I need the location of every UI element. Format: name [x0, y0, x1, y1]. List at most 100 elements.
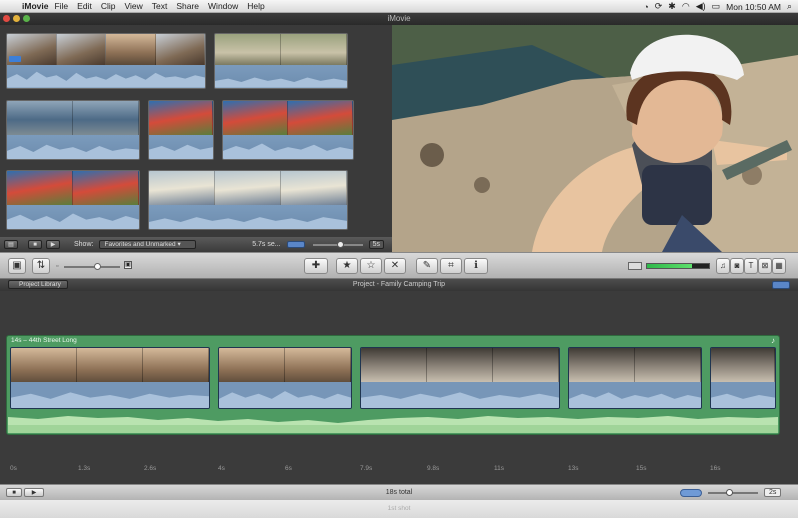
- title-browser-icon[interactable]: T: [744, 258, 758, 274]
- show-filter-dropdown[interactable]: Favorites and Unmarked ▾: [99, 240, 196, 249]
- menu-text[interactable]: Text: [152, 1, 168, 11]
- time-machine-icon[interactable]: ◔: [643, 2, 648, 12]
- thumbnail-size-knob[interactable]: [94, 263, 101, 270]
- ruler-tick: 4s: [218, 465, 225, 472]
- music-browser-icon[interactable]: ♫: [716, 258, 730, 274]
- menu-view[interactable]: View: [124, 1, 142, 11]
- bluetooth-icon[interactable]: ✱: [668, 1, 676, 12]
- menu-app-name[interactable]: iMovie: [22, 1, 48, 11]
- thumb-small-icon: ▫: [56, 263, 59, 270]
- minimize-light-icon[interactable]: [13, 15, 20, 22]
- show-event-list-icon[interactable]: ▤: [4, 240, 18, 249]
- menu-bar: iMovie File Edit Clip View Text Share Wi…: [0, 0, 798, 13]
- menu-clock[interactable]: Mon 10:50 AM: [726, 2, 781, 12]
- viewer-frame-image: [392, 25, 798, 252]
- project-header: Project Library Project - Family Camping…: [0, 279, 798, 291]
- project-zoom-slider[interactable]: [708, 489, 758, 496]
- event-clip-3[interactable]: [6, 100, 140, 160]
- event-play-icon[interactable]: ▶: [46, 240, 60, 249]
- project-thumbnail-toggle[interactable]: [680, 489, 702, 497]
- record-camera-icon[interactable]: ▣: [8, 258, 26, 274]
- music-note-icon: ♪: [771, 336, 775, 345]
- menu-clip[interactable]: Clip: [101, 1, 116, 11]
- menu-window[interactable]: Window: [208, 1, 238, 11]
- ruler-tick: 11s: [494, 465, 504, 472]
- event-clip-2[interactable]: [214, 33, 348, 89]
- faint-footer: 1st shot: [0, 500, 798, 518]
- project-bottom-bar: ■ ▶ 18s total 2s: [0, 484, 798, 500]
- ruler-tick: 6s: [285, 465, 292, 472]
- info-icon[interactable]: ℹ: [464, 258, 488, 274]
- timeline-ruler: 0s 1.3s 2.6s 4s 6s 7.9s 9.8s 11s 13s 15s…: [0, 463, 798, 475]
- event-zoom-slider[interactable]: [312, 240, 363, 248]
- project-total-duration: 18s total: [385, 489, 413, 496]
- volume-icon[interactable]: ◀): [696, 1, 706, 12]
- transition-browser-icon[interactable]: ⊠: [758, 258, 772, 274]
- ruler-tick: 2.6s: [144, 465, 157, 472]
- star-filled-icon[interactable]: ★: [336, 258, 358, 274]
- project-view-toggle[interactable]: [772, 281, 790, 289]
- event-clip-7[interactable]: [148, 170, 348, 230]
- event-zoom-knob[interactable]: [336, 240, 344, 248]
- close-light-icon[interactable]: [3, 15, 10, 22]
- project-zoom-knob[interactable]: [726, 489, 733, 496]
- project-library-button[interactable]: Project Library: [8, 280, 68, 289]
- music-waveform: [8, 416, 778, 433]
- event-camera-icon[interactable]: ■: [28, 240, 42, 249]
- project-clip-5[interactable]: [710, 347, 776, 409]
- event-zoom-value[interactable]: 5s: [368, 240, 384, 249]
- project-clip-4[interactable]: [568, 347, 702, 409]
- project-clip-1[interactable]: [10, 347, 210, 409]
- ruler-tick: 13s: [568, 465, 579, 472]
- event-browser: [0, 25, 392, 252]
- ruler-tick: 0s: [10, 465, 17, 472]
- menu-file[interactable]: File: [54, 1, 68, 11]
- project-zoom-value[interactable]: 2s: [764, 488, 782, 497]
- show-label: Show:: [74, 241, 94, 248]
- crop-icon[interactable]: ⌗: [440, 258, 462, 274]
- event-duration-label: 5.7s se...: [252, 241, 281, 248]
- star-outline-icon[interactable]: ☆: [360, 258, 382, 274]
- wifi-icon[interactable]: ◠: [682, 1, 690, 12]
- sync-icon[interactable]: ⟳: [655, 1, 663, 12]
- viewer-preview[interactable]: [392, 25, 798, 252]
- project-clip-3[interactable]: [360, 347, 560, 409]
- x-icon[interactable]: ✕: [384, 258, 406, 274]
- ruler-tick: 9.8s: [427, 465, 440, 472]
- event-clip-4[interactable]: [148, 100, 214, 160]
- main-toolbar: ▣ ⇅ ▫ ▣ ✚ ★ ☆ ✕ ✎ ⌗ ℹ ♫ ◙ T ⊠ ▦: [0, 252, 798, 279]
- event-clip-5[interactable]: [222, 100, 354, 160]
- project-timeline: 14s – 44th Street Long ♪ 0s 1.3s 2.6s 4s…: [0, 291, 798, 484]
- menu-edit[interactable]: Edit: [77, 1, 92, 11]
- footer-faint-label: 1st shot: [387, 505, 411, 512]
- favorite-flag-icon: [9, 56, 21, 62]
- menu-help[interactable]: Help: [247, 1, 264, 11]
- show-filter-value: Favorites and Unmarked: [104, 241, 176, 248]
- spotlight-search-icon[interactable]: ⌕: [787, 1, 792, 12]
- ruler-tick: 1.3s: [78, 465, 91, 472]
- zoom-light-icon[interactable]: [23, 15, 30, 22]
- event-clip-1[interactable]: [6, 33, 206, 89]
- battery-icon[interactable]: ▭: [712, 1, 721, 12]
- ruler-tick: 16s: [710, 465, 721, 472]
- add-to-project-icon[interactable]: ✚: [304, 258, 328, 274]
- project-clip-2[interactable]: [218, 347, 352, 409]
- thumb-large-icon: ▣: [124, 261, 132, 269]
- thumbnail-size-slider[interactable]: [64, 263, 120, 270]
- window-title: iMovie: [387, 14, 411, 23]
- window-title-bar: iMovie: [0, 13, 798, 25]
- ruler-tick: 15s: [636, 465, 647, 472]
- audio-skim-icon[interactable]: [628, 262, 642, 270]
- event-thumbnail-toggle[interactable]: [286, 241, 305, 248]
- photo-browser-icon[interactable]: ◙: [730, 258, 744, 274]
- menu-share[interactable]: Share: [176, 1, 199, 11]
- swap-panes-icon[interactable]: ⇅: [32, 258, 50, 274]
- event-clip-6[interactable]: [6, 170, 140, 230]
- map-browser-icon[interactable]: ▦: [772, 258, 786, 274]
- audio-level-meter: [646, 263, 710, 269]
- microphone-icon[interactable]: ✎: [416, 258, 438, 274]
- event-browser-toolbar: ▤ ■ ▶ Show: Favorites and Unmarked ▾ 5.7…: [0, 237, 392, 252]
- music-track-label: 14s – 44th Street Long: [11, 337, 77, 344]
- ruler-tick: 7.9s: [360, 465, 373, 472]
- project-title: Project - Family Camping Trip: [352, 281, 446, 288]
